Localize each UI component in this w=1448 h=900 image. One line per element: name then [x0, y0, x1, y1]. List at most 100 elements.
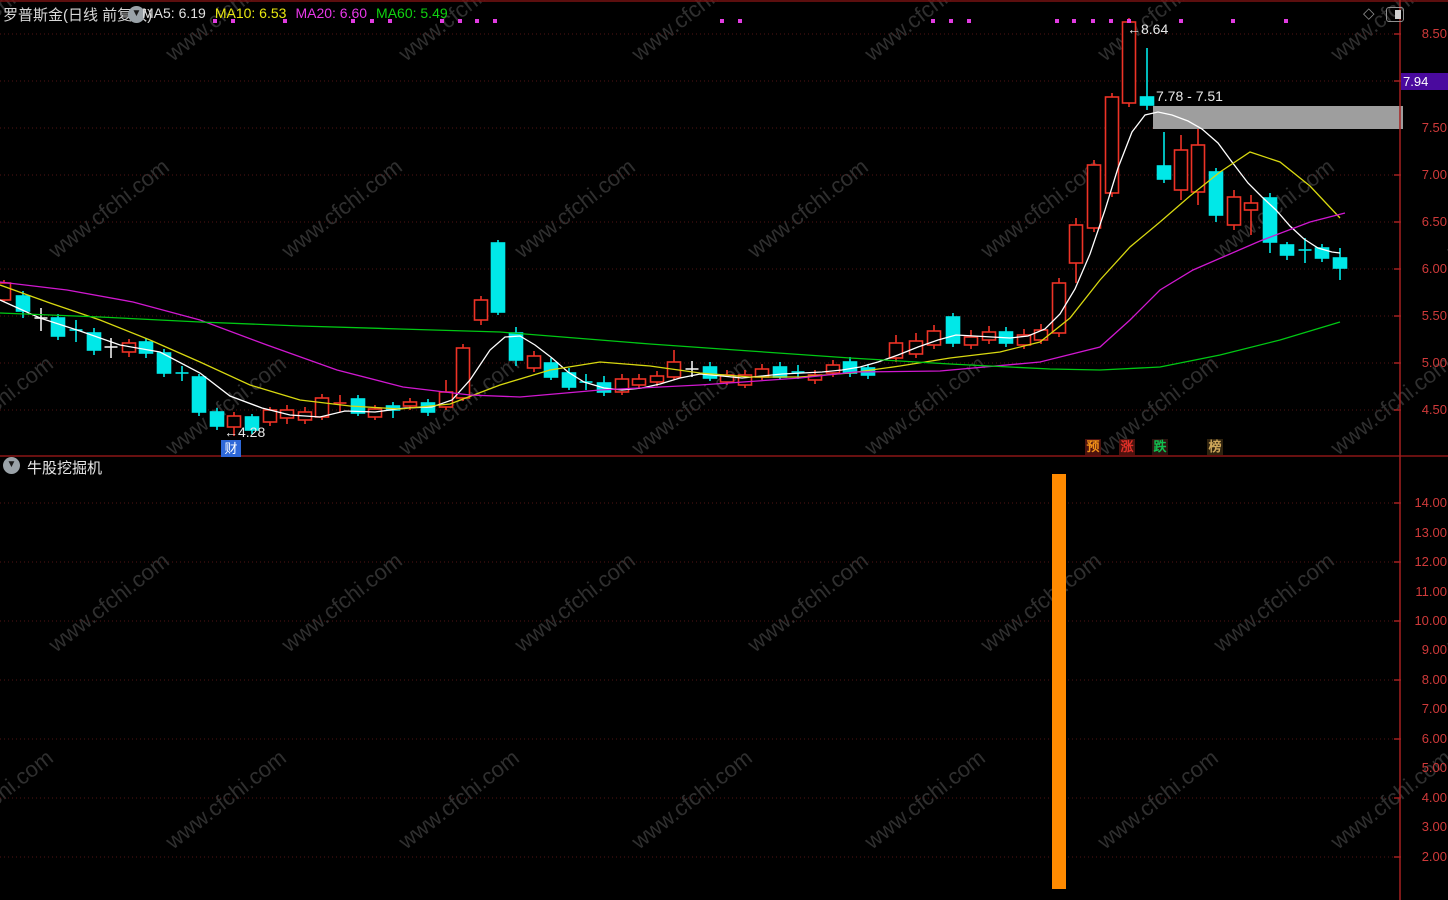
watermark-text: www.cfchi.com	[276, 154, 407, 264]
watermark-text: www.cfchi.com	[1208, 548, 1339, 658]
news-marker-badge[interactable]: 财	[221, 440, 241, 457]
candle-body	[1332, 257, 1348, 269]
value-axis-label: 10.00	[1414, 613, 1447, 628]
candle-body	[945, 316, 961, 344]
ma5-label: MA5: 6.19	[142, 5, 206, 21]
event-dot	[1091, 19, 1095, 23]
value-axis-label: 7.00	[1421, 701, 1447, 716]
watermark-text: www.cfchi.com	[859, 351, 990, 461]
watermark-text: www.cfchi.com	[1092, 745, 1223, 855]
candle-body	[1139, 96, 1155, 106]
price-axis-label: 4.50	[1421, 402, 1447, 417]
candle-body	[1086, 164, 1102, 229]
ma-legend: MA5: 6.19 MA10: 6.53 MA20: 6.60 MA60: 5.49	[142, 5, 457, 21]
candle-body	[772, 366, 788, 378]
event-dot	[720, 19, 724, 23]
candle-body	[526, 355, 542, 369]
watermark-text: www.cfchi.com	[626, 0, 757, 67]
candle-body	[1104, 96, 1120, 194]
chart-canvas[interactable]: www.cfchi.com www.cfchi.com www.cfchi.com w…	[0, 0, 1448, 900]
tag-rank[interactable]: 榜	[1207, 439, 1223, 455]
value-axis-label: 5.00	[1421, 760, 1447, 775]
tag-fall[interactable]: 跌	[1152, 439, 1168, 455]
value-axis-label: 4.00	[1421, 790, 1447, 805]
candle-body	[367, 408, 383, 418]
value-axis-label: 13.00	[1414, 525, 1447, 540]
annotation-peak: ←8.64	[1127, 21, 1169, 37]
candle-body	[649, 375, 665, 383]
event-dot	[967, 19, 971, 23]
value-axis-label: 9.00	[1421, 642, 1447, 657]
event-dot	[738, 19, 742, 23]
candle-body	[1033, 329, 1049, 341]
watermark-text: www.cfchi.com	[393, 745, 524, 855]
watermark-text: www.cfchi.com	[975, 548, 1106, 658]
watermark-text: www.cfchi.com	[276, 548, 407, 658]
watermark-text: www.cfchi.com	[509, 154, 640, 264]
candle-body	[138, 341, 154, 354]
watermark-text: www.cfchi.com	[509, 548, 640, 658]
candle-body	[191, 376, 207, 413]
event-dot	[1109, 19, 1113, 23]
price-axis-label: 5.00	[1421, 355, 1447, 370]
candle-body	[1173, 149, 1189, 191]
ma10-label: MA10: 6.53	[214, 5, 287, 21]
candle-body	[490, 242, 506, 313]
event-dot	[949, 19, 953, 23]
watermark-text: www.cfchi.com	[742, 548, 873, 658]
candle-body	[402, 401, 418, 407]
watermark-text: www.cfchi.com	[626, 745, 757, 855]
watermark-text: www.cfchi.com	[160, 745, 291, 855]
price-axis-label: 5.50	[1421, 308, 1447, 323]
candle-body	[473, 299, 489, 321]
watermark-text: www.cfchi.com	[742, 154, 873, 264]
value-axis-label: 6.00	[1421, 731, 1447, 746]
candle-body	[1243, 202, 1259, 211]
event-dot	[1072, 19, 1076, 23]
price-axis-label: 7.50	[1421, 120, 1447, 135]
value-axis-label: 11.00	[1415, 584, 1447, 599]
candle-body	[209, 411, 225, 427]
event-dot	[458, 19, 462, 23]
diamond-icon[interactable]: ◇	[1363, 4, 1375, 22]
event-dot	[475, 19, 479, 23]
app-root: www.cfchi.com www.cfchi.com www.cfchi.com w…	[0, 0, 1448, 900]
gap-zone-box	[1153, 106, 1403, 129]
watermark-text: www.cfchi.com	[859, 745, 990, 855]
annotation-gap: 7.78 - 7.51	[1156, 88, 1223, 104]
watermark-text: www.cfchi.com	[0, 351, 58, 461]
candle-body	[1156, 165, 1172, 180]
event-dot	[1231, 19, 1235, 23]
indicator-title: 牛股挖掘机	[27, 460, 103, 477]
value-axis-label: 8.00	[1421, 672, 1447, 687]
indicator-chevron-down-icon[interactable]: ▼	[3, 457, 20, 474]
candle-body	[1279, 244, 1295, 256]
indicator-bar	[1052, 474, 1066, 889]
watermark-text: www.cfchi.com	[43, 548, 174, 658]
value-axis-label: 12.00	[1414, 554, 1447, 569]
event-dot	[1284, 19, 1288, 23]
annotation-low: ←4.28	[224, 424, 266, 440]
candle-body	[1068, 224, 1084, 264]
candle-body	[1190, 144, 1206, 193]
ma20-label: MA20: 6.60	[295, 5, 368, 21]
watermark-text: www.cfchi.com	[0, 745, 58, 855]
value-axis-label: 3.00	[1421, 819, 1447, 834]
split-panel-icon[interactable]	[1386, 7, 1404, 22]
tag-forecast[interactable]: 预	[1085, 439, 1101, 455]
candle-body	[631, 378, 647, 386]
candle-body	[455, 347, 471, 399]
event-dot	[1055, 19, 1059, 23]
tag-rise[interactable]: 涨	[1119, 439, 1135, 455]
candle-body	[50, 317, 66, 337]
event-dot	[493, 19, 497, 23]
candle-body	[1226, 196, 1242, 226]
value-axis-label: 2.00	[1421, 849, 1447, 864]
candle-body	[314, 397, 330, 418]
watermark-text: www.cfchi.com	[975, 154, 1106, 264]
event-dot	[1179, 19, 1183, 23]
candle-body	[963, 336, 979, 346]
price-axis-label: 7.00	[1421, 167, 1447, 182]
watermark-text: www.cfchi.com	[859, 0, 990, 67]
last-price-badge: 7.94	[1401, 73, 1448, 90]
